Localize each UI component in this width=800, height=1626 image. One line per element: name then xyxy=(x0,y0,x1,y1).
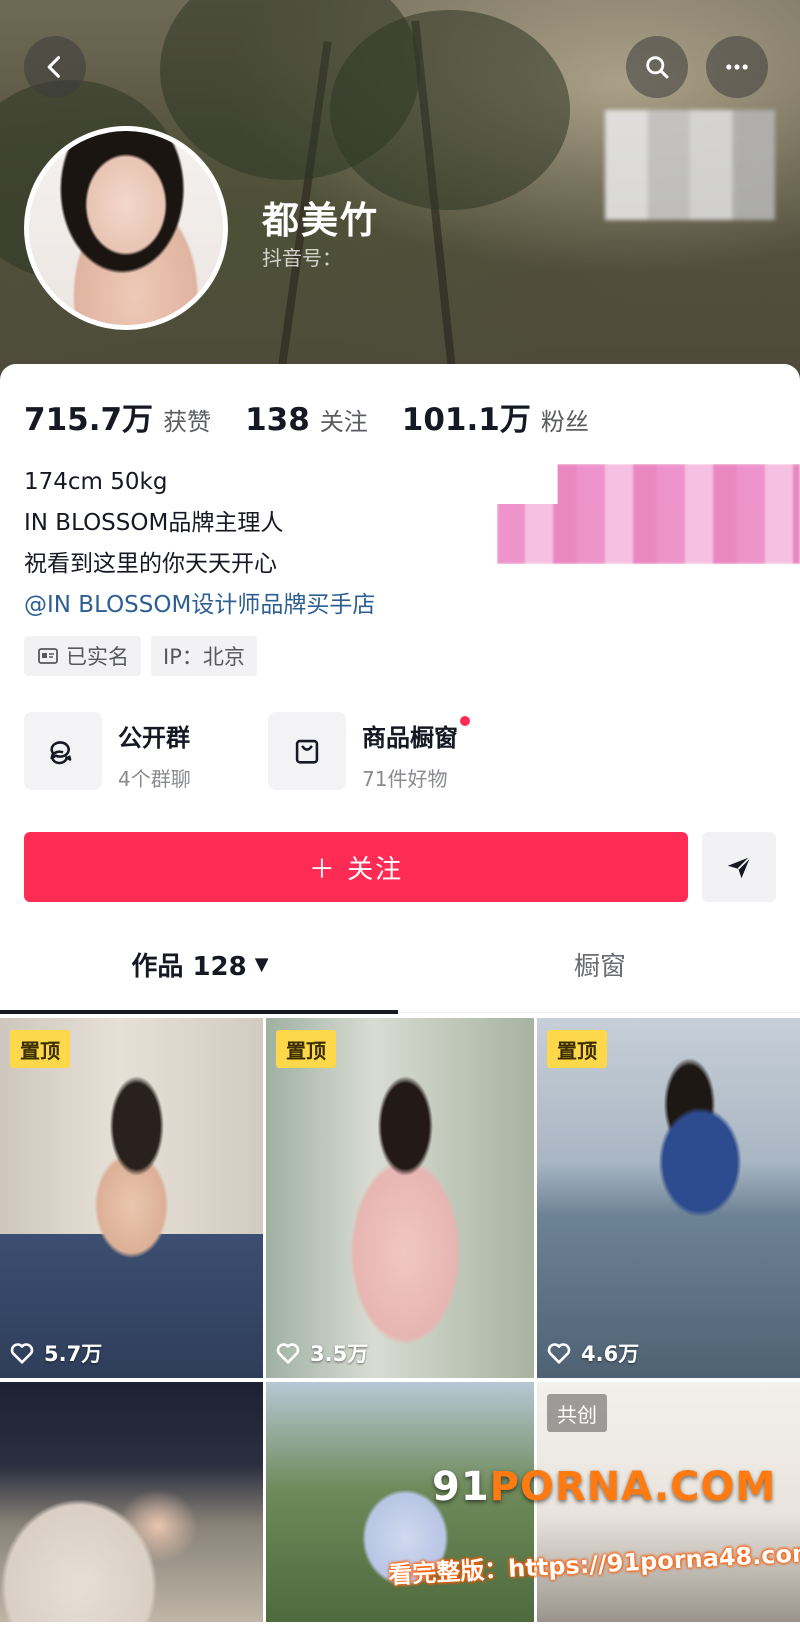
stats-row: 715.7万 获赞 138 关注 101.1万 粉丝 xyxy=(24,394,623,439)
chevron-left-icon xyxy=(47,56,61,78)
caret-down-icon: ▼ xyxy=(254,953,269,975)
shop-window-title: 商品橱窗 xyxy=(362,716,470,753)
video-likes-count: 4.6万 xyxy=(581,1342,640,1366)
watermark-logo-prefix: 91 xyxy=(432,1464,490,1510)
bio: 174cm 50kg IN BLOSSOM品牌主理人 祝看到这里的你天天开心 @… xyxy=(24,462,375,626)
pinned-badge: 置顶 xyxy=(547,1030,607,1068)
heart-icon xyxy=(547,1343,571,1364)
tab-works-label: 作品 128 xyxy=(131,951,247,982)
douyin-id-label[interactable]: 抖音号： xyxy=(262,242,342,271)
tab-showcase[interactable]: 橱窗 xyxy=(400,924,800,1004)
follow-button[interactable]: ＋ 关注 xyxy=(24,832,688,902)
share-button[interactable] xyxy=(702,832,776,902)
shop-window-title-text: 商品橱窗 xyxy=(362,724,458,752)
co-create-badge: 共创 xyxy=(547,1394,607,1432)
search-icon xyxy=(646,56,669,79)
video-likes-count: 5.7万 xyxy=(44,1342,103,1366)
chat-bubbles-icon xyxy=(50,741,72,765)
pinned-badge: 置顶 xyxy=(10,1030,70,1068)
video-tile[interactable]: 置顶 3.5万 xyxy=(266,1018,534,1378)
followers-label: 粉丝 xyxy=(540,408,589,436)
heart-icon xyxy=(276,1343,300,1364)
tab-works[interactable]: 作品 128 ▼ xyxy=(0,924,400,1004)
public-group-subtitle: 4个群聊 xyxy=(118,767,191,791)
video-likes: 3.5万 xyxy=(274,1338,368,1368)
back-button[interactable] xyxy=(24,36,86,98)
video-likes: 5.7万 xyxy=(8,1338,102,1368)
likes-label: 获赞 xyxy=(163,408,212,436)
bio-line: 祝看到这里的你天天开心 xyxy=(24,551,277,577)
video-likes: 4.6万 xyxy=(545,1338,639,1368)
likes-count[interactable]: 715.7万 xyxy=(24,394,153,439)
video-likes-count: 3.5万 xyxy=(310,1342,369,1366)
bio-link[interactable]: @IN BLOSSOM设计师品牌买手店 xyxy=(24,585,375,626)
shopping-bag-icon xyxy=(295,739,319,764)
pinned-badge: 置顶 xyxy=(276,1030,336,1068)
video-tile[interactable] xyxy=(0,1382,263,1622)
blurred-region xyxy=(605,110,775,220)
public-group-icon-box xyxy=(24,712,102,790)
avatar[interactable] xyxy=(24,126,228,330)
video-tile[interactable]: 置顶 4.6万 xyxy=(537,1018,800,1378)
send-icon xyxy=(727,856,751,879)
id-card-icon xyxy=(38,648,58,664)
bio-line: IN BLOSSOM品牌主理人 xyxy=(24,510,284,536)
profile-name: 都美竹 xyxy=(262,199,379,242)
public-group-entry[interactable]: 公开群 4个群聊 xyxy=(24,712,268,792)
watermark-logo: 91PORNA.COM xyxy=(432,1464,776,1510)
shop-window-subtitle: 71件好物 xyxy=(362,767,448,791)
more-dots-icon xyxy=(726,64,748,70)
video-tile[interactable]: 置顶 5.7万 xyxy=(0,1018,263,1378)
profile-entries: 公开群 4个群聊 商品橱窗 71件好物 xyxy=(24,712,512,792)
banner-decoration xyxy=(330,10,570,210)
heart-icon xyxy=(10,1343,34,1364)
content-tabs: 作品 128 ▼ 橱窗 xyxy=(0,924,800,1004)
tab-active-indicator xyxy=(0,1010,398,1014)
ip-location-label: IP：北京 xyxy=(163,645,245,669)
verified-tag-label: 已实名 xyxy=(66,645,129,669)
public-group-title: 公开群 xyxy=(118,724,190,752)
following-label: 关注 xyxy=(319,408,368,436)
bio-line: 174cm 50kg xyxy=(24,469,168,495)
verified-tag: 已实名 xyxy=(24,636,141,676)
shop-window-entry[interactable]: 商品橱窗 71件好物 xyxy=(268,712,512,792)
notification-dot xyxy=(460,716,470,726)
ip-location-tag: IP：北京 xyxy=(151,636,257,676)
more-button[interactable] xyxy=(706,36,768,98)
following-count[interactable]: 138 xyxy=(245,402,310,438)
profile-tags: 已实名 IP：北京 xyxy=(24,636,257,676)
followers-count[interactable]: 101.1万 xyxy=(402,394,531,439)
search-button[interactable] xyxy=(626,36,688,98)
watermark-logo-main: PORNA.COM xyxy=(489,1464,777,1510)
shop-window-icon-box xyxy=(268,712,346,790)
blurred-region xyxy=(497,464,800,564)
